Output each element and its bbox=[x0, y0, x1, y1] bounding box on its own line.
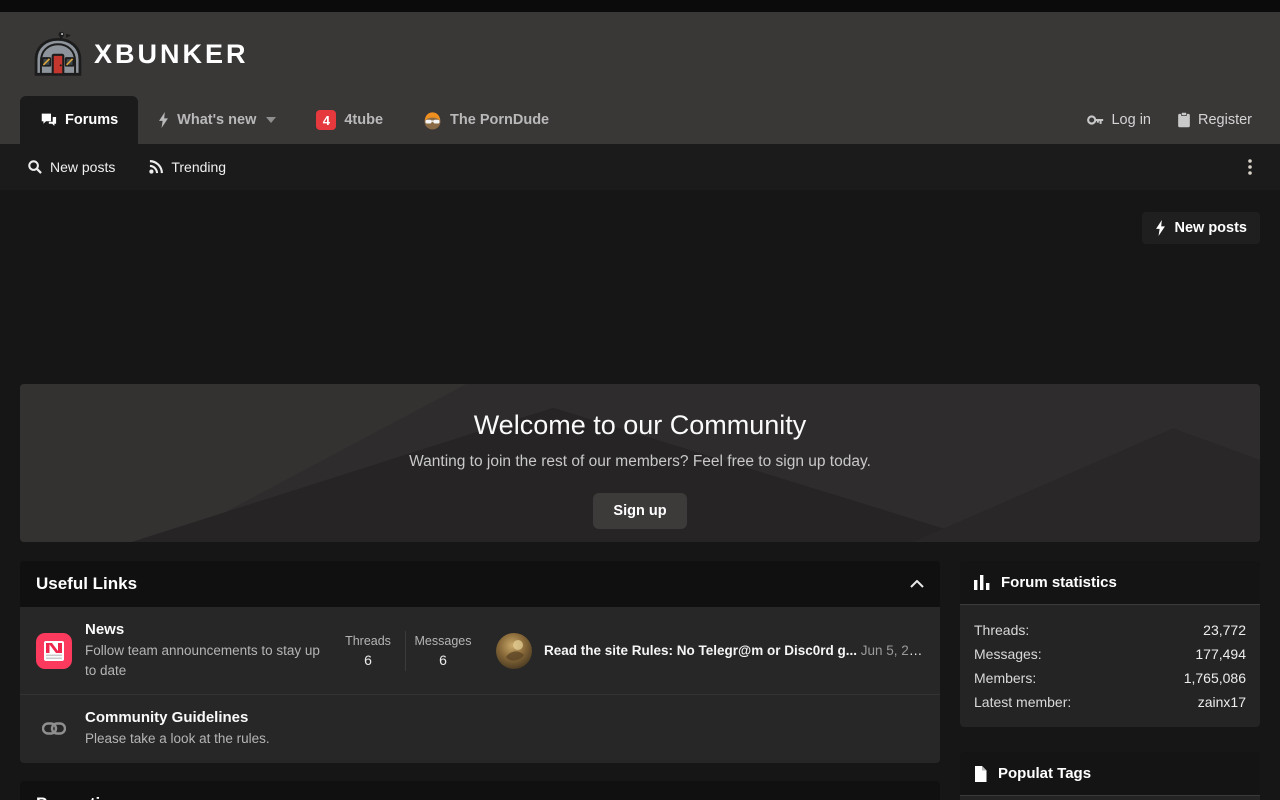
sign-up-button[interactable]: Sign up bbox=[593, 493, 686, 529]
forums-icon bbox=[40, 112, 57, 128]
stat-value: 23,772 bbox=[1203, 618, 1246, 642]
register-label: Register bbox=[1198, 112, 1252, 128]
tab-whats-new-label: What's new bbox=[177, 112, 256, 128]
popular-tags-card: Populat Tags bbox=[960, 752, 1260, 800]
node-stats: Threads 6 Messages 6 bbox=[331, 631, 480, 671]
top-strip bbox=[0, 0, 1280, 12]
bar-chart-icon bbox=[974, 575, 990, 590]
subnav-new-posts[interactable]: New posts bbox=[28, 159, 115, 175]
more-options-icon[interactable] bbox=[1248, 159, 1252, 175]
popular-tags-header: Populat Tags bbox=[960, 752, 1260, 796]
subnav-trending[interactable]: Trending bbox=[149, 159, 226, 175]
sub-nav: New posts Trending bbox=[0, 144, 1280, 190]
new-posts-button[interactable]: New posts bbox=[1142, 212, 1260, 244]
tab-porndude[interactable]: The PornDude bbox=[403, 96, 569, 144]
useful-links-card: Useful Links bbox=[20, 561, 940, 763]
stat-label: Members: bbox=[974, 666, 1036, 690]
login-link[interactable]: Log in bbox=[1087, 112, 1151, 128]
forum-node-guidelines[interactable]: Community Guidelines Please take a look … bbox=[20, 694, 940, 763]
stat-value: 177,494 bbox=[1195, 642, 1246, 666]
stat-label: Latest member: bbox=[974, 690, 1071, 714]
latest-thread-title[interactable]: Read the site Rules: No Telegr@m or Disc… bbox=[544, 643, 857, 658]
brand-name[interactable]: XBUNKER bbox=[94, 39, 249, 70]
latest-member-link[interactable]: zainx17 bbox=[1198, 690, 1246, 714]
welcome-subtitle: Wanting to join the rest of our members?… bbox=[20, 453, 1260, 471]
avatar[interactable] bbox=[496, 633, 532, 669]
tab-4tube-label: 4tube bbox=[344, 112, 383, 128]
document-icon bbox=[974, 766, 987, 782]
chevron-up-icon[interactable] bbox=[910, 580, 924, 588]
node-title[interactable]: News bbox=[85, 621, 331, 638]
4tube-icon: 4 bbox=[316, 110, 336, 130]
promotions-header[interactable]: Promotions bbox=[20, 781, 940, 800]
popular-tags-title: Populat Tags bbox=[998, 765, 1091, 782]
useful-links-title: Useful Links bbox=[36, 574, 137, 594]
welcome-title: Welcome to our Community bbox=[20, 410, 1260, 441]
main-nav: Forums What's new 4 4tube bbox=[0, 96, 1280, 144]
stat-label: Messages: bbox=[974, 642, 1042, 666]
site-header: XBUNKER Forums What's new 4 4tube bbox=[0, 12, 1280, 144]
promotions-title: Promotions bbox=[36, 794, 130, 800]
register-link[interactable]: Register bbox=[1177, 112, 1252, 128]
news-icon bbox=[36, 633, 72, 669]
new-posts-button-label: New posts bbox=[1174, 220, 1247, 236]
subnav-trending-label: Trending bbox=[171, 159, 226, 175]
latest-thread[interactable]: Read the site Rules: No Telegr@m or Disc… bbox=[496, 633, 924, 669]
porndude-icon bbox=[423, 111, 442, 130]
stat-row-latest-member: Latest member: zainx17 bbox=[974, 690, 1246, 714]
messages-value: 6 bbox=[406, 652, 480, 668]
key-icon bbox=[1087, 114, 1104, 126]
link-icon bbox=[36, 722, 72, 735]
search-icon bbox=[28, 160, 42, 174]
tab-whats-new[interactable]: What's new bbox=[138, 96, 296, 144]
forum-statistics-title: Forum statistics bbox=[1001, 574, 1117, 591]
threads-label: Threads bbox=[331, 634, 405, 648]
latest-thread-meta: Jun 5, 2024 · ... bbox=[861, 643, 924, 658]
tab-4tube[interactable]: 4 4tube bbox=[296, 96, 403, 144]
rss-icon bbox=[149, 160, 163, 174]
welcome-banner: Welcome to our Community Wanting to join… bbox=[20, 384, 1260, 542]
stat-row-threads: Threads: 23,772 bbox=[974, 618, 1246, 642]
bunker-logo-icon[interactable] bbox=[32, 30, 84, 78]
stat-value: 1,765,086 bbox=[1184, 666, 1246, 690]
threads-value: 6 bbox=[331, 652, 405, 668]
stat-row-messages: Messages: 177,494 bbox=[974, 642, 1246, 666]
useful-links-header[interactable]: Useful Links bbox=[20, 561, 940, 607]
forum-statistics-card: Forum statistics Threads: 23,772 Message… bbox=[960, 561, 1260, 727]
tab-forums-label: Forums bbox=[65, 112, 118, 128]
popular-tags-body bbox=[960, 796, 1260, 800]
forum-node-news[interactable]: News Follow team announcements to stay u… bbox=[20, 607, 940, 694]
chevron-down-icon bbox=[266, 117, 276, 123]
tab-porndude-label: The PornDude bbox=[450, 112, 549, 128]
node-title[interactable]: Community Guidelines bbox=[85, 709, 270, 726]
node-description: Follow team announcements to stay up to … bbox=[85, 641, 331, 680]
tab-forums[interactable]: Forums bbox=[20, 96, 138, 144]
register-icon bbox=[1177, 112, 1191, 128]
subnav-new-posts-label: New posts bbox=[50, 159, 115, 175]
forum-statistics-body: Threads: 23,772 Messages: 177,494 Member… bbox=[960, 605, 1260, 727]
logo-row: XBUNKER bbox=[0, 12, 1280, 96]
stat-row-members: Members: 1,765,086 bbox=[974, 666, 1246, 690]
forum-statistics-header: Forum statistics bbox=[960, 561, 1260, 605]
stat-label: Threads: bbox=[974, 618, 1029, 642]
node-description: Please take a look at the rules. bbox=[85, 729, 270, 749]
main-content: New posts Welcome to our Community Wanti… bbox=[0, 212, 1280, 800]
promotions-card: Promotions bbox=[20, 781, 940, 800]
messages-label: Messages bbox=[406, 634, 480, 648]
lightning-icon bbox=[1155, 220, 1166, 236]
auth-links: Log in Register bbox=[1087, 96, 1280, 144]
lightning-icon bbox=[158, 112, 169, 128]
login-label: Log in bbox=[1111, 112, 1151, 128]
